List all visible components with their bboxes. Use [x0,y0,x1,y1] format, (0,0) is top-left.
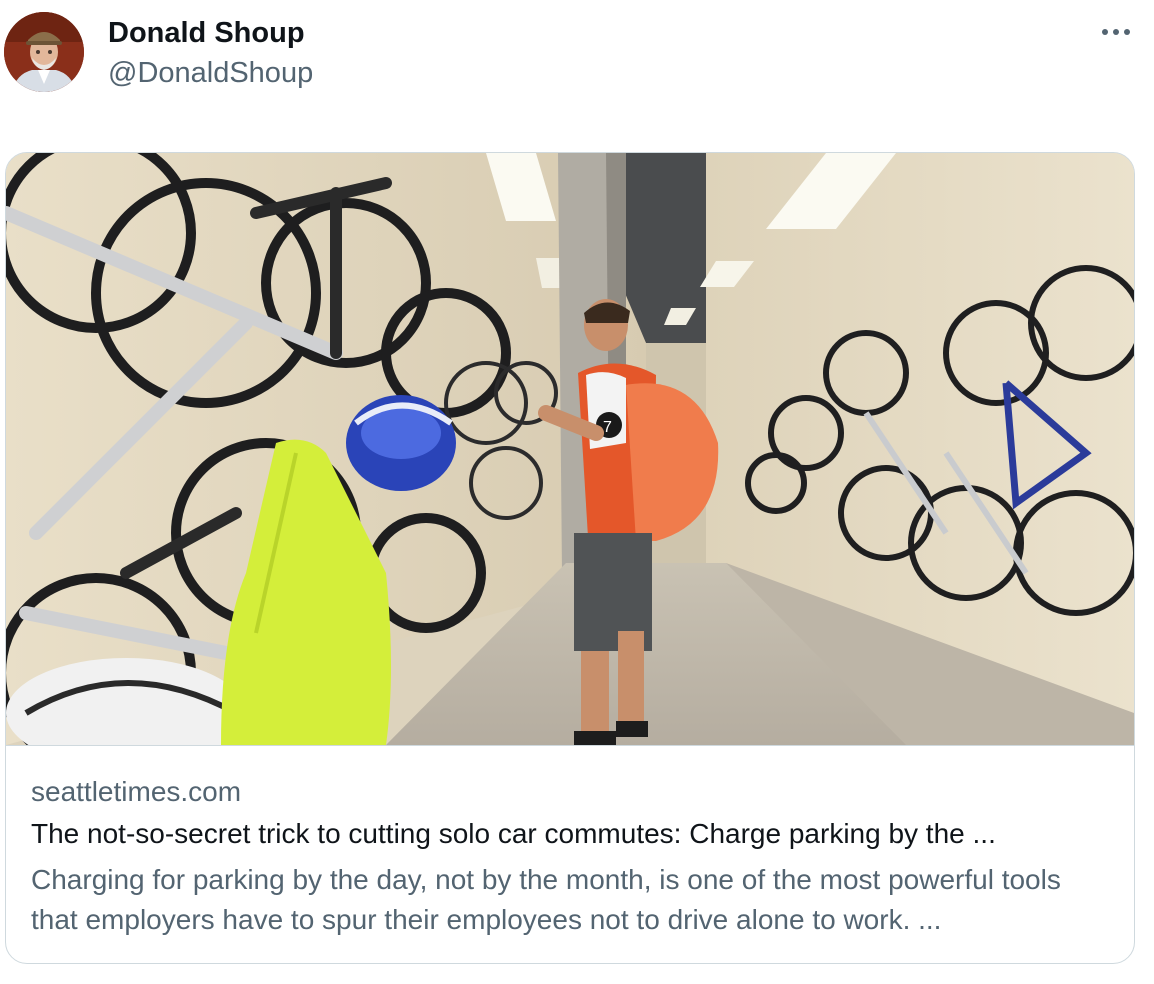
svg-text:7: 7 [603,419,612,436]
link-card-description: Charging for parking by the day, not by … [31,864,1061,935]
author-handle[interactable]: @DonaldShoup [108,55,313,91]
link-card-image[interactable]: 7 [6,153,1134,746]
author-display-name[interactable]: Donald Shoup [108,15,305,51]
more-dots-icon [1102,29,1130,35]
link-card-title: The not-so-secret trick to cutting solo … [31,818,996,849]
link-card-domain: seattletimes.com [31,776,242,807]
more-button[interactable] [1094,14,1138,50]
avatar[interactable] [4,12,84,92]
link-card[interactable]: 7 seattletimes.com The not-so-secret tri… [5,152,1135,964]
tweet-header: Donald Shoup @DonaldShoup [0,0,1154,110]
bike-room-photo: 7 [6,153,1134,745]
avatar-photo [4,12,84,92]
